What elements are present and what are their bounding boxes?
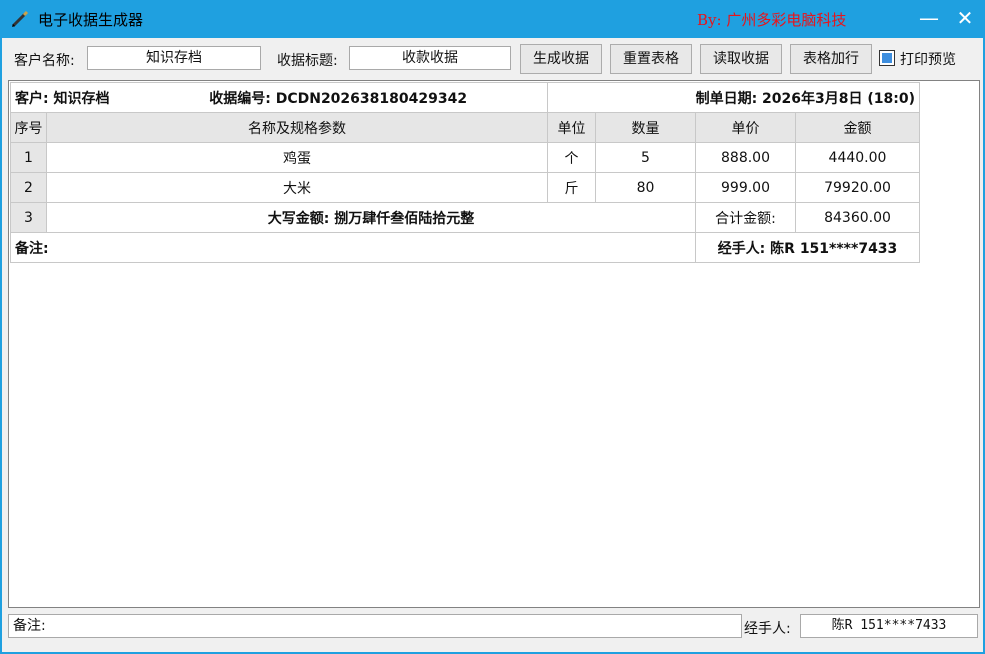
remark-input[interactable]: 备注: (8, 614, 742, 638)
row-qty[interactable]: 5 (595, 142, 696, 173)
receipt-customer: 客户: 知识存档 (15, 90, 110, 107)
table-row[interactable]: 1 鸡蛋 个 5 888.00 4440.00 (10, 142, 920, 173)
pencil-icon (11, 10, 29, 28)
row-name[interactable]: 大米 (46, 172, 548, 203)
read-receipt-button[interactable]: 读取收据 (700, 44, 782, 74)
close-button[interactable]: ✕ (945, 0, 985, 38)
receipt-handler: 经手人: 陈R 151****7433 (695, 232, 920, 263)
main-window: 客户名称: 知识存档 收据标题: 收款收据 生成收据 重置表格 读取收据 表格加… (2, 38, 983, 652)
col-header-unit: 单位 (547, 112, 596, 143)
customer-name-input[interactable]: 知识存档 (87, 46, 261, 70)
receipt-number: 收据编号: DCDN202638180429342 (209, 90, 468, 107)
row-qty[interactable]: 80 (595, 172, 696, 203)
print-preview-label[interactable]: 打印预览 (900, 49, 956, 69)
total-amount-value: 84360.00 (795, 202, 920, 233)
col-header-name: 名称及规格参数 (46, 112, 548, 143)
handler-input[interactable]: 陈R 151****7433 (800, 614, 978, 638)
row-seq: 2 (10, 172, 47, 203)
minimize-button[interactable]: — (909, 0, 949, 38)
row-amount[interactable]: 79920.00 (795, 172, 920, 203)
handler-label: 经手人: (744, 621, 791, 637)
table-header-row: 序号 名称及规格参数 单位 数量 单价 金额 (10, 112, 920, 143)
receipt-table: 客户: 知识存档 收据编号: DCDN202638180429342 制单日期:… (10, 82, 920, 263)
print-preview-checkbox[interactable] (879, 50, 895, 66)
receipt-customer-cell: 客户: 知识存档 收据编号: DCDN202638180429342 (10, 82, 548, 113)
row-seq: 1 (10, 142, 47, 173)
receipt-info-row: 客户: 知识存档 收据编号: DCDN202638180429342 制单日期:… (10, 82, 920, 113)
col-header-seq: 序号 (10, 112, 47, 143)
total-amount-label: 合计金额: (695, 202, 796, 233)
generate-receipt-button[interactable]: 生成收据 (520, 44, 602, 74)
col-header-qty: 数量 (595, 112, 696, 143)
title-bar: 电子收据生成器 By: 广州多彩电脑科技 — ✕ (0, 0, 985, 38)
customer-label: 客户名称: (14, 53, 75, 69)
row-unit[interactable]: 斤 (547, 172, 596, 203)
author-credit: By: 广州多彩电脑科技 (697, 11, 847, 29)
row-name[interactable]: 鸡蛋 (46, 142, 548, 173)
row-unit[interactable]: 个 (547, 142, 596, 173)
total-row: 3 大写金额: 捌万肆仟叁佰陆拾元整 合计金额: 84360.00 (10, 202, 920, 233)
remark-row: 备注: 经手人: 陈R 151****7433 (10, 232, 920, 263)
row-price[interactable]: 999.00 (695, 172, 796, 203)
total-upper-amount: 大写金额: 捌万肆仟叁佰陆拾元整 (46, 202, 696, 233)
add-row-button[interactable]: 表格加行 (790, 44, 872, 74)
row-price[interactable]: 888.00 (695, 142, 796, 173)
table-row[interactable]: 2 大米 斤 80 999.00 79920.00 (10, 172, 920, 203)
receipt-canvas: 客户: 知识存档 收据编号: DCDN202638180429342 制单日期:… (8, 80, 980, 608)
row-amount[interactable]: 4440.00 (795, 142, 920, 173)
receipt-remark: 备注: (10, 232, 696, 263)
receipt-title-label: 收据标题: (277, 53, 338, 69)
receipt-title-input[interactable]: 收款收据 (349, 46, 511, 70)
col-header-price: 单价 (695, 112, 796, 143)
window-title: 电子收据生成器 (38, 11, 144, 29)
col-header-amount: 金额 (795, 112, 920, 143)
toolbar: 客户名称: 知识存档 收据标题: 收款收据 生成收据 重置表格 读取收据 表格加… (2, 38, 983, 80)
total-row-seq: 3 (10, 202, 47, 233)
receipt-date: 制单日期: 2026年3月8日 (18:0) (547, 82, 920, 113)
footer-bar: 备注: 经手人: 陈R 151****7433 (2, 610, 983, 650)
reset-table-button[interactable]: 重置表格 (610, 44, 692, 74)
